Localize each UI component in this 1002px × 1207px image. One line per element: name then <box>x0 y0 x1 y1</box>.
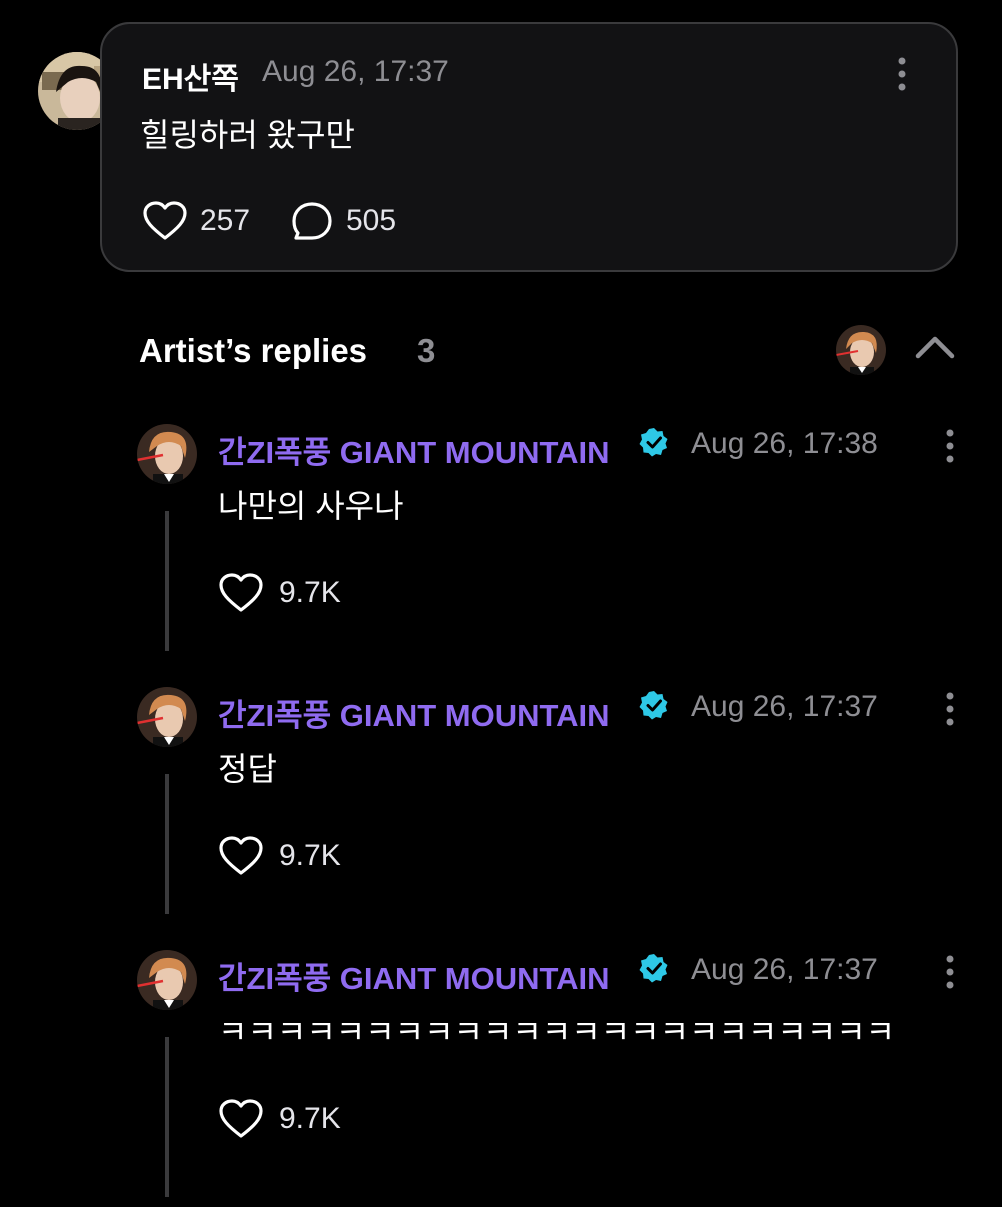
artist-reply[interactable]: 간ZI폭풍 GIANT MOUNTAIN Aug 26, 17:37 정답 9.… <box>0 681 1002 944</box>
artist-replies-count: 3 <box>417 332 436 369</box>
reply-author-name[interactable]: 간ZI폭풍 GIANT MOUNTAIN <box>218 690 610 735</box>
reply-timestamp: Aug 26, 17:37 <box>691 953 878 986</box>
artist-replies-title: Artist’s replies <box>139 332 368 369</box>
artist-replies-avatar <box>836 325 886 375</box>
reply-author-avatar[interactable] <box>137 950 197 1010</box>
verified-badge-icon <box>639 690 669 725</box>
reply-author-name[interactable]: 간ZI폭풍 GIANT MOUNTAIN <box>218 427 610 472</box>
artist-reply[interactable]: 간ZI폭풍 GIANT MOUNTAIN Aug 26, 17:38 나만의 사… <box>0 418 1002 681</box>
heart-icon[interactable] <box>142 200 188 247</box>
comment-icon[interactable] <box>290 200 334 249</box>
post-more-options-icon[interactable] <box>892 56 912 92</box>
reply-timestamp: Aug 26, 17:38 <box>691 427 878 460</box>
heart-icon[interactable] <box>218 572 264 619</box>
post-body-text: 힐링하러 왔구만 <box>140 117 355 153</box>
verified-badge-icon <box>639 427 669 462</box>
post-author-name[interactable]: EH산쪽 <box>142 54 239 98</box>
reply-like-count: 9.7K <box>279 576 341 609</box>
verified-badge-icon <box>639 953 669 988</box>
reply-body-text: 나만의 사우나 <box>218 488 404 524</box>
original-post-card[interactable]: EH산쪽 Aug 26, 17:37 힐링하러 왔구만 257 505 <box>100 22 958 272</box>
reply-more-options-icon[interactable] <box>940 954 960 990</box>
reply-timestamp: Aug 26, 17:37 <box>691 690 878 723</box>
reply-body-text: ㅋㅋㅋㅋㅋㅋㅋㅋㅋㅋㅋㅋㅋㅋㅋㅋㅋㅋㅋㅋㅋㅋㅋ <box>218 1014 896 1050</box>
post-comment-count: 505 <box>346 204 397 237</box>
heart-icon[interactable] <box>218 1098 264 1145</box>
reply-author-avatar[interactable] <box>137 424 197 484</box>
thread-line <box>165 511 169 651</box>
thread-line <box>165 774 169 914</box>
reply-body-text: 정답 <box>218 751 277 787</box>
reply-author-name[interactable]: 간ZI폭풍 GIANT MOUNTAIN <box>218 953 610 998</box>
reply-more-options-icon[interactable] <box>940 691 960 727</box>
reply-more-options-icon[interactable] <box>940 428 960 464</box>
thread-line <box>165 1037 169 1197</box>
heart-icon[interactable] <box>218 835 264 882</box>
reply-author-avatar[interactable] <box>137 687 197 747</box>
artist-reply[interactable]: 간ZI폭풍 GIANT MOUNTAIN Aug 26, 17:37 ㅋㅋㅋㅋㅋ… <box>0 944 1002 1207</box>
reply-like-count: 9.7K <box>279 839 341 872</box>
post-timestamp: Aug 26, 17:37 <box>262 55 449 88</box>
post-like-count: 257 <box>200 204 251 237</box>
reply-like-count: 9.7K <box>279 1102 341 1135</box>
collapse-chevron-up-icon[interactable] <box>914 334 956 365</box>
